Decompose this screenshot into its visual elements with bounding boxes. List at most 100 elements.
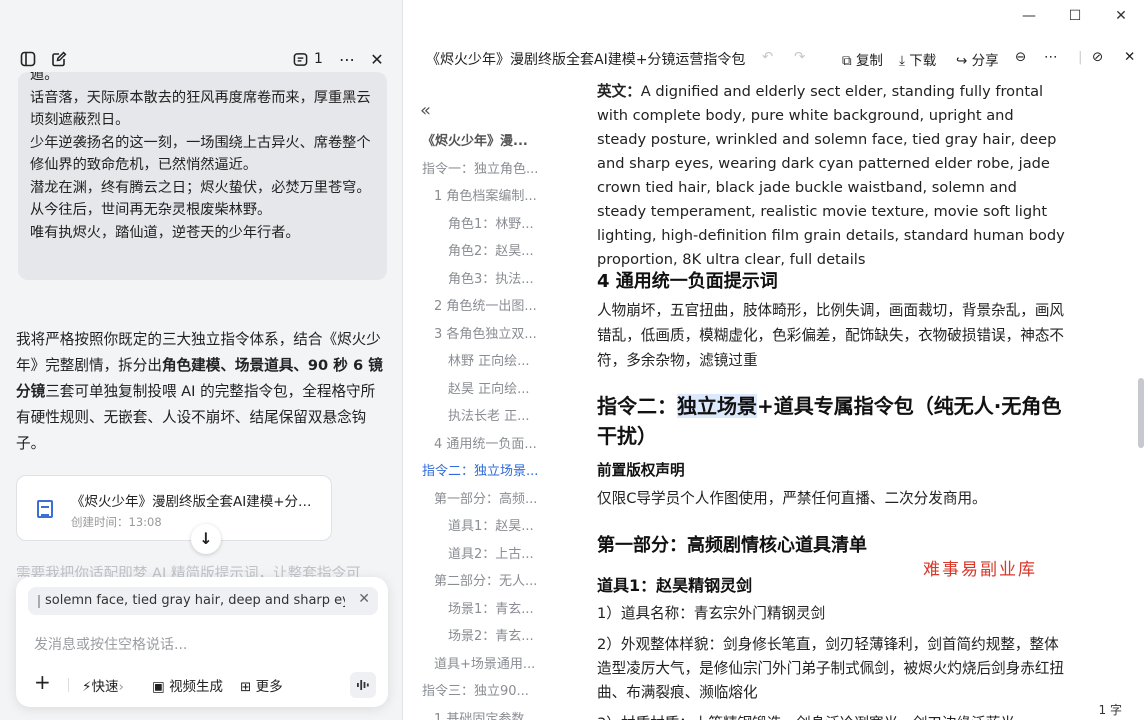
more-icon[interactable]: ⋯ bbox=[1044, 49, 1058, 65]
copy-label: 复制 bbox=[855, 53, 883, 69]
collapse-toc-icon[interactable]: « bbox=[420, 100, 431, 121]
comment-icon[interactable]: ⊖ bbox=[1015, 49, 1026, 65]
watermark-text: 难事易副业库 bbox=[923, 560, 1037, 580]
video-generation-label: 视频生成 bbox=[169, 679, 224, 695]
english-prompt: 英文：A dignified and elderly sect elder, s… bbox=[597, 80, 1067, 272]
chevron-right-icon: › bbox=[118, 679, 124, 695]
heading-highlight: 独立场景 bbox=[677, 394, 757, 418]
negative-prompt-text: 人物崩坏，五官扭曲，肢体畸形，比例失调，画面裁切，背景杂乱，画风错乱，低画质，模… bbox=[597, 302, 1065, 369]
share-label: 分享 bbox=[971, 53, 999, 69]
toc-item[interactable]: 1 角色档案编制... bbox=[434, 185, 562, 204]
english-label: 英文： bbox=[597, 83, 641, 100]
toc-item[interactable]: 2 角色统一出图... bbox=[434, 295, 562, 314]
toc-item[interactable]: 指令一：独立角色... bbox=[422, 158, 562, 177]
chat-messages: 遁。 话音落，天际原本散去的狂风再度席卷而来，厚重黑云顷刻遮蔽烈日。 少年逆袭扬… bbox=[0, 72, 403, 577]
video-generation-button[interactable]: ▣ 视频生成 bbox=[152, 675, 223, 695]
video-icon: ▣ bbox=[152, 679, 165, 695]
toc-item[interactable]: 角色1：林野... bbox=[448, 213, 562, 232]
download-icon: ⤓ bbox=[899, 53, 905, 69]
prop1-heading: 道具1：赵昊精钢灵剑 bbox=[597, 576, 753, 595]
quoted-reference: solemn face, tied gray hair, deep and sh… bbox=[28, 587, 378, 615]
chat-pane: 1 ⋯ ✕ 遁。 话音落，天际原本散去的狂风再度席卷而来，厚重黑云顷刻遮蔽烈日。… bbox=[0, 0, 403, 720]
quick-mode-label: 快速 bbox=[91, 679, 119, 695]
toc-item[interactable]: 执法长老 正... bbox=[448, 405, 562, 424]
message-line: 唯有执烬火，踏仙道，逆苍天的少年行者。 bbox=[30, 224, 300, 241]
window-controls: — ☐ ✕ bbox=[1006, 6, 1144, 26]
composer-tools: + ⚡快速› ▣ 视频生成 ⊞ 更多 bbox=[16, 670, 388, 698]
toc-item[interactable]: 道具2：上古... bbox=[448, 543, 562, 562]
more-tools-button[interactable]: ⊞ 更多 bbox=[240, 675, 283, 695]
app-window: — ☐ ✕ 1 ⋯ ✕ 遁。 话音落，天际原本散去的狂风再度席卷而来，厚重黑云顷… bbox=[0, 0, 1144, 720]
heading-prefix: 指令二： bbox=[597, 394, 677, 418]
download-button[interactable]: ⤓ 下载 bbox=[899, 49, 936, 69]
voice-input-button[interactable] bbox=[350, 672, 376, 698]
message-count[interactable]: 1 bbox=[293, 48, 327, 70]
toc-item[interactable]: 角色3：执法... bbox=[448, 268, 562, 287]
prop1-material: 3）材质材质：上等精钢锻造，剑身泛冷冽寒光，剑刃边缘泛蓝光 bbox=[597, 712, 1067, 720]
message-composer: solemn face, tied gray hair, deep and sh… bbox=[16, 577, 388, 707]
prop1-name: 1）道具名称：青玄宗外门精钢灵剑 bbox=[597, 605, 826, 622]
minimize-button[interactable]: — bbox=[1006, 6, 1052, 26]
undo-icon[interactable]: ↶ bbox=[762, 49, 773, 65]
message-input[interactable]: 发消息或按住空格说话... bbox=[34, 634, 187, 654]
copyright-text: 仅限C导学员个人作图使用，严禁任何直播、二次分发商用。 bbox=[597, 490, 987, 507]
waveform-icon bbox=[357, 680, 369, 690]
toc-item[interactable]: 赵昊 正向绘... bbox=[448, 378, 562, 397]
document-card[interactable]: 《烬火少年》漫剧终版全套AI建模+分镜运营指令包 创建时间：13:08 bbox=[16, 475, 332, 541]
toc-item[interactable]: 道具1：赵昊... bbox=[448, 515, 562, 534]
scroll-to-bottom-button[interactable]: ↓ bbox=[191, 524, 221, 554]
toc-item[interactable]: 1 基础固定参数... bbox=[434, 708, 562, 720]
message-icon bbox=[293, 52, 308, 66]
document-viewer: 《烬火少年》漫剧终版全套AI建模+分镜运营指令包 ↶ ↷ ⧉ 复制 ⤓ 下载 ↪… bbox=[404, 0, 1144, 720]
toc-item[interactable]: 林野 正向绘... bbox=[448, 350, 562, 369]
close-window-button[interactable]: ✕ bbox=[1098, 6, 1144, 26]
document-content: 英文：A dignified and elderly sect elder, s… bbox=[597, 80, 1077, 720]
more-options-icon[interactable]: ⋯ bbox=[336, 48, 358, 70]
redo-icon[interactable]: ↷ bbox=[794, 49, 805, 65]
copy-button[interactable]: ⧉ 复制 bbox=[842, 49, 883, 69]
quote-text: solemn face, tied gray hair, deep and sh… bbox=[45, 593, 345, 608]
heading-negative-prompt: 4 通用统一负面提示词 bbox=[597, 271, 778, 292]
toc-item[interactable]: 3 各角色独立双... bbox=[434, 323, 562, 342]
toc-item[interactable]: 道具+场景通用... bbox=[434, 653, 562, 672]
heading-part-one: 第一部分：高频剧情核心道具清单 bbox=[597, 535, 867, 556]
sidebar-toggle-icon[interactable] bbox=[17, 48, 39, 70]
quote-bar bbox=[38, 595, 40, 608]
assistant-reply: 我将严格按照你既定的三大独立指令体系，结合《烬火少年》完整剧情，拆分出角色建模、… bbox=[16, 327, 388, 457]
toc-item[interactable]: 指令二：独立场景... bbox=[422, 460, 562, 479]
message-line: 从今往后，世间再无杂灵根废柴林野。 bbox=[30, 202, 272, 218]
remove-quote-icon[interactable]: ✕ bbox=[358, 591, 370, 607]
message-line: 少年逆袭扬名的这一刻，一场围绕上古异火、席卷整个修仙界的致命危机，已然悄然逼近。 bbox=[30, 134, 371, 174]
document-title: 《烬火少年》漫剧终版全套AI建模+分镜运营指令包 bbox=[426, 52, 746, 68]
new-chat-icon[interactable] bbox=[48, 48, 70, 70]
more-tools-label: 更多 bbox=[255, 679, 283, 695]
share-button[interactable]: ↪ 分享 bbox=[956, 49, 999, 69]
grid-icon: ⊞ bbox=[240, 679, 252, 695]
toc-item[interactable]: 场景2：青玄... bbox=[448, 625, 562, 644]
document-card-time: 创建时间：13:08 bbox=[71, 515, 162, 529]
close-panel-icon[interactable]: ✕ bbox=[366, 48, 388, 70]
quick-mode-button[interactable]: ⚡快速› bbox=[82, 675, 124, 695]
heading-instruction-two: ▼ 指令二：独立场景+道具专属指令包（纯无人·无角色干扰） bbox=[597, 391, 1067, 451]
close-document-icon[interactable]: ✕ bbox=[1124, 49, 1135, 65]
share-icon: ↪ bbox=[956, 53, 968, 69]
download-label: 下载 bbox=[909, 53, 937, 69]
compass-icon[interactable]: ⊘ bbox=[1092, 49, 1103, 65]
message-line: 潜龙在渊，终有腾云之日；烬火蛰伏，必焚万里苍穹。 bbox=[30, 179, 371, 196]
toc-item[interactable]: 第一部分：高频... bbox=[434, 488, 562, 507]
add-attachment-button[interactable]: + bbox=[34, 670, 51, 694]
toc-item[interactable]: 指令三：独立90... bbox=[422, 680, 562, 699]
toc-item[interactable]: 《烬火少年》漫... bbox=[422, 130, 562, 149]
toc-item[interactable]: 角色2：赵昊... bbox=[448, 240, 562, 259]
maximize-button[interactable]: ☐ bbox=[1052, 6, 1098, 26]
toc-item[interactable]: 4 通用统一负面... bbox=[434, 433, 562, 452]
header-divider: | bbox=[1078, 49, 1083, 65]
document-scrollbar[interactable] bbox=[1138, 378, 1144, 448]
document-card-title: 《烬火少年》漫剧终版全套AI建模+分镜运营指令包 bbox=[71, 494, 321, 510]
toc-item[interactable]: 场景1：青玄... bbox=[448, 598, 562, 617]
toc-item[interactable]: 第二部分：无人... bbox=[434, 570, 562, 589]
copyright-label: 前置版权声明 bbox=[597, 462, 685, 479]
copy-icon: ⧉ bbox=[842, 53, 852, 69]
document-header: 《烬火少年》漫剧终版全套AI建模+分镜运营指令包 ↶ ↷ ⧉ 复制 ⤓ 下载 ↪… bbox=[404, 46, 1144, 72]
faded-reply-text: 需要我把你适配即梦 AI 精简版提示词，让整套指令可 bbox=[16, 565, 361, 577]
